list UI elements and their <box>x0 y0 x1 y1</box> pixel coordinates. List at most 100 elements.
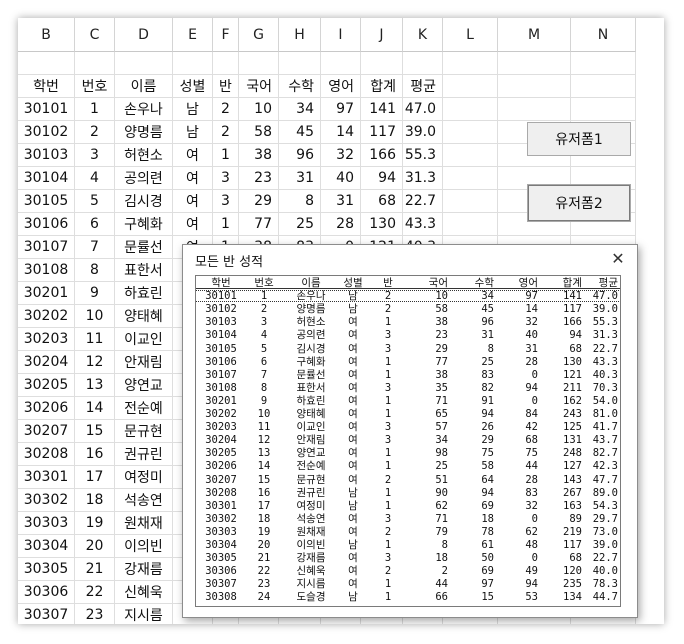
cell[interactable]: 수학 <box>279 75 321 98</box>
column-header-l[interactable]: L <box>443 18 498 52</box>
cell[interactable] <box>443 75 498 98</box>
cell[interactable]: 구혜화 <box>115 213 173 236</box>
cell[interactable] <box>321 52 361 75</box>
cell[interactable]: 130 <box>361 213 403 236</box>
cell[interactable]: 14 <box>75 397 115 420</box>
cell[interactable]: 여정미 <box>115 466 173 489</box>
cell[interactable]: 반 <box>213 75 239 98</box>
cell[interactable]: 28 <box>321 213 361 236</box>
cell[interactable] <box>18 52 75 75</box>
cell[interactable] <box>443 52 498 75</box>
cell[interactable]: 45 <box>279 121 321 144</box>
cell[interactable]: 13 <box>75 374 115 397</box>
cell[interactable]: 96 <box>279 144 321 167</box>
cell[interactable]: 77 <box>239 213 279 236</box>
cell[interactable]: 31.3 <box>403 167 443 190</box>
cell[interactable]: 2 <box>213 98 239 121</box>
cell[interactable] <box>213 52 239 75</box>
cell[interactable]: 31 <box>279 167 321 190</box>
list-item[interactable]: 30303 19 원채재 여 2 79 78 62 219 73.0 <box>196 527 620 538</box>
cell[interactable] <box>279 52 321 75</box>
cell[interactable]: 2 <box>213 121 239 144</box>
cell[interactable]: 4 <box>75 167 115 190</box>
cell[interactable]: 여 <box>173 144 213 167</box>
cell[interactable]: 30102 <box>18 121 75 144</box>
cell[interactable]: 양태혜 <box>115 305 173 328</box>
cell[interactable]: 23 <box>75 604 115 624</box>
cell[interactable]: 30202 <box>18 305 75 328</box>
cell[interactable] <box>498 75 571 98</box>
list-item[interactable]: 30106 6 구혜화 여 1 77 25 28 130 43.3 <box>196 356 620 367</box>
cell[interactable]: 여 <box>173 167 213 190</box>
cell[interactable]: 여 <box>173 190 213 213</box>
list-item[interactable]: 30202 10 양태혜 여 1 65 94 84 243 81.0 <box>196 409 620 420</box>
cell[interactable]: 30302 <box>18 489 75 512</box>
scores-listbox[interactable]: 학번 번호 이름 성별 반 국어 수학 영어 합계 평균 30101 1 손우나 남 2 10 34 97 141 4… <box>195 275 621 607</box>
cell[interactable] <box>361 52 403 75</box>
cell[interactable] <box>571 98 636 121</box>
cell[interactable]: 30305 <box>18 558 75 581</box>
cell[interactable]: 여 <box>173 213 213 236</box>
cell[interactable]: 6 <box>75 213 115 236</box>
cell[interactable]: 22 <box>75 581 115 604</box>
cell[interactable]: 8 <box>279 190 321 213</box>
column-header-m[interactable]: M <box>498 18 571 52</box>
cell[interactable] <box>571 75 636 98</box>
list-item[interactable]: 30208 16 권규린 남 1 90 94 83 267 89.0 <box>196 487 620 498</box>
cell[interactable]: 55.3 <box>403 144 443 167</box>
userform1-button[interactable]: 유저폼1 <box>527 122 631 156</box>
cell[interactable]: 합계 <box>361 75 403 98</box>
cell[interactable]: 117 <box>361 121 403 144</box>
cell[interactable]: 30105 <box>18 190 75 213</box>
cell[interactable]: 30106 <box>18 213 75 236</box>
cell[interactable]: 학번 <box>18 75 75 98</box>
cell[interactable]: 문률선 <box>115 236 173 259</box>
list-item[interactable]: 30101 1 손우나 남 2 10 34 97 141 47.0 <box>196 290 620 303</box>
cell[interactable]: 5 <box>75 190 115 213</box>
cell[interactable]: 남 <box>173 121 213 144</box>
cell[interactable] <box>443 98 498 121</box>
cell[interactable]: 30203 <box>18 328 75 351</box>
cell[interactable]: 32 <box>321 144 361 167</box>
list-item[interactable]: 30203 11 이교인 여 3 57 26 42 125 41.7 <box>196 422 620 433</box>
column-header-g[interactable]: G <box>239 18 279 52</box>
cell[interactable]: 30107 <box>18 236 75 259</box>
column-header-f[interactable]: F <box>213 18 239 52</box>
list-item[interactable]: 30305 21 강재름 여 3 18 50 0 68 22.7 <box>196 553 620 564</box>
list-item[interactable]: 30204 12 안재림 여 3 34 29 68 131 43.7 <box>196 435 620 446</box>
list-item[interactable]: 30103 3 허현소 여 1 38 96 32 166 55.3 <box>196 317 620 328</box>
cell[interactable]: 양연교 <box>115 374 173 397</box>
cell[interactable]: 성별 <box>173 75 213 98</box>
cell[interactable]: 30108 <box>18 259 75 282</box>
list-item[interactable]: 30306 22 신혜욱 여 2 2 69 49 120 40.0 <box>196 566 620 577</box>
cell[interactable]: 43.3 <box>403 213 443 236</box>
cell[interactable]: 141 <box>361 98 403 121</box>
cell[interactable]: 표한서 <box>115 259 173 282</box>
cell[interactable]: 30103 <box>18 144 75 167</box>
cell[interactable]: 허현소 <box>115 144 173 167</box>
cell[interactable]: 안재림 <box>115 351 173 374</box>
cell[interactable]: 15 <box>75 420 115 443</box>
column-header-d[interactable]: D <box>115 18 173 52</box>
cell[interactable] <box>498 52 571 75</box>
cell[interactable]: 39.0 <box>403 121 443 144</box>
list-item[interactable]: 30206 14 전순예 여 1 25 58 44 127 42.3 <box>196 461 620 472</box>
column-header-h[interactable]: H <box>279 18 321 52</box>
cell[interactable] <box>498 98 571 121</box>
cell[interactable]: 30206 <box>18 397 75 420</box>
list-item[interactable]: 30308 24 도슬경 남 1 66 15 53 134 44.7 <box>196 592 620 603</box>
cell[interactable]: 20 <box>75 535 115 558</box>
list-item[interactable]: 30301 17 여정미 남 1 62 69 32 163 54.3 <box>196 500 620 511</box>
cell[interactable]: 영어 <box>321 75 361 98</box>
cell[interactable]: 30306 <box>18 581 75 604</box>
column-header-b[interactable]: B <box>18 18 75 52</box>
cell[interactable]: 30205 <box>18 374 75 397</box>
cell[interactable]: 9 <box>75 282 115 305</box>
cell[interactable]: 김시경 <box>115 190 173 213</box>
close-icon[interactable]: ✕ <box>607 247 629 269</box>
list-item[interactable]: 30102 2 양명름 남 2 58 45 14 117 39.0 <box>196 304 620 315</box>
cell[interactable]: 30303 <box>18 512 75 535</box>
cell[interactable]: 문규현 <box>115 420 173 443</box>
cell[interactable] <box>443 190 498 213</box>
cell[interactable]: 30201 <box>18 282 75 305</box>
